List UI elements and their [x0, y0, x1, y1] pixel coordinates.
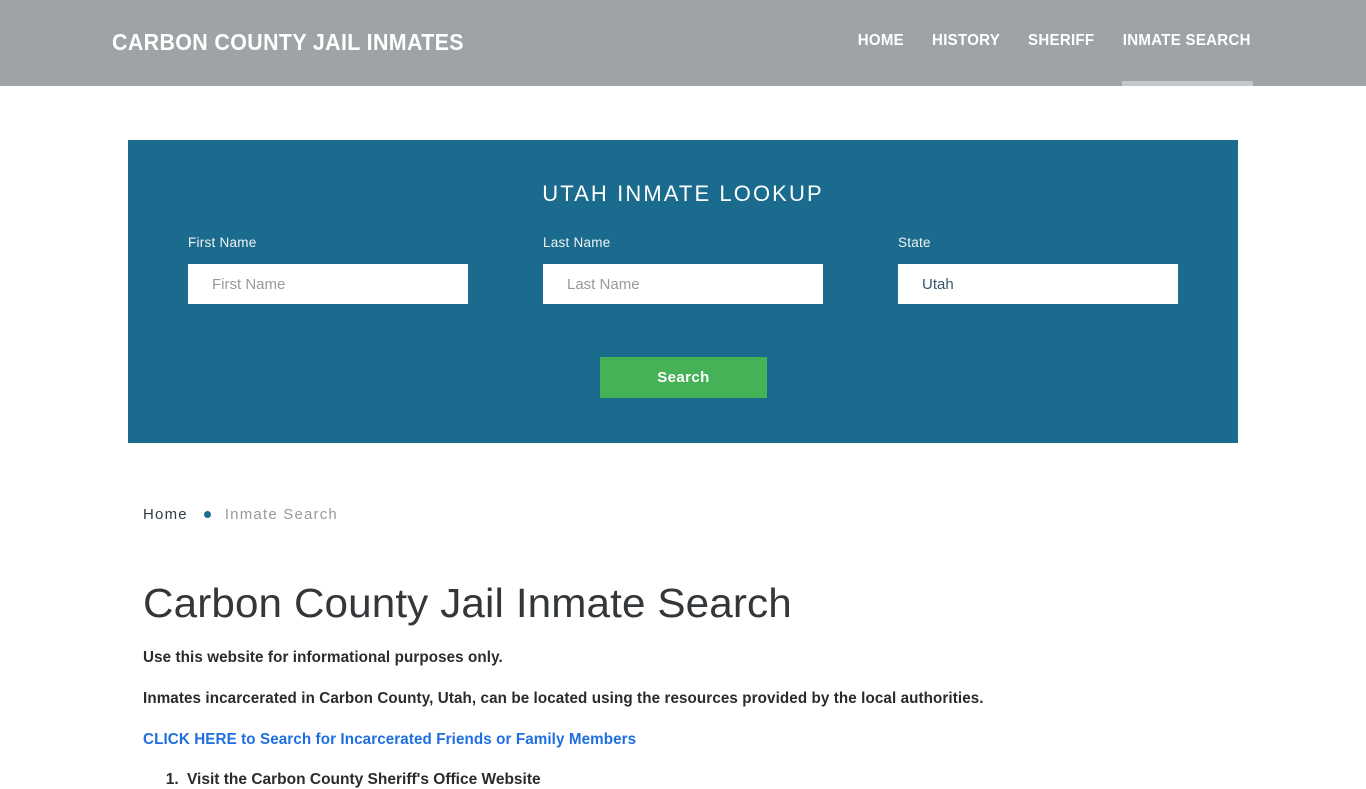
field-last-name: Last Name — [543, 235, 823, 304]
search-friends-family-link[interactable]: CLICK HERE to Search for Incarcerated Fr… — [143, 731, 1221, 749]
nav-item-history[interactable]: HISTORY — [919, 32, 1012, 50]
nav-active-indicator — [1122, 81, 1253, 86]
main-navigation: HOME HISTORY SHERIFF INMATE SEARCH — [844, 32, 1253, 50]
intro-paragraph-1: Use this website for informational purpo… — [143, 649, 503, 667]
state-label: State — [898, 235, 931, 250]
breadcrumb: Home Inmate Search — [143, 470, 1243, 523]
header-inner: CARBON COUNTY JAIL INMATES HOME HISTORY … — [0, 0, 1366, 86]
last-name-label: Last Name — [543, 235, 611, 250]
main-content: Home Inmate Search Carbon County Jail In… — [143, 470, 1243, 789]
inmate-lookup-panel: UTAH INMATE LOOKUP First Name Last Name … — [128, 140, 1238, 443]
steps-list: Visit the Carbon County Sheriff's Office… — [143, 771, 1243, 789]
first-name-label: First Name — [188, 235, 257, 250]
site-title[interactable]: CARBON COUNTY JAIL INMATES — [112, 29, 464, 56]
nav-item-sheriff[interactable]: SHERIFF — [1015, 32, 1107, 50]
nav-item-inmate-search[interactable]: INMATE SEARCH — [1110, 32, 1251, 50]
panel-title: UTAH INMATE LOOKUP — [542, 181, 824, 206]
breadcrumb-current: Inmate Search — [224, 506, 338, 523]
breadcrumb-home[interactable]: Home — [143, 506, 188, 523]
field-state: State — [898, 235, 1178, 304]
list-item: Visit the Carbon County Sheriff's Office… — [183, 771, 1243, 789]
field-first-name: First Name — [188, 235, 468, 304]
breadcrumb-separator-dot-icon — [203, 511, 211, 518]
page-title: Carbon County Jail Inmate Search — [143, 580, 792, 626]
last-name-input[interactable] — [543, 264, 823, 304]
search-button[interactable]: Search — [600, 357, 767, 398]
state-input[interactable] — [898, 264, 1178, 304]
site-header: CARBON COUNTY JAIL INMATES HOME HISTORY … — [0, 0, 1366, 86]
intro-paragraph-2: Inmates incarcerated in Carbon County, U… — [143, 690, 984, 708]
first-name-input[interactable] — [188, 264, 468, 304]
nav-item-home[interactable]: HOME — [845, 32, 916, 50]
